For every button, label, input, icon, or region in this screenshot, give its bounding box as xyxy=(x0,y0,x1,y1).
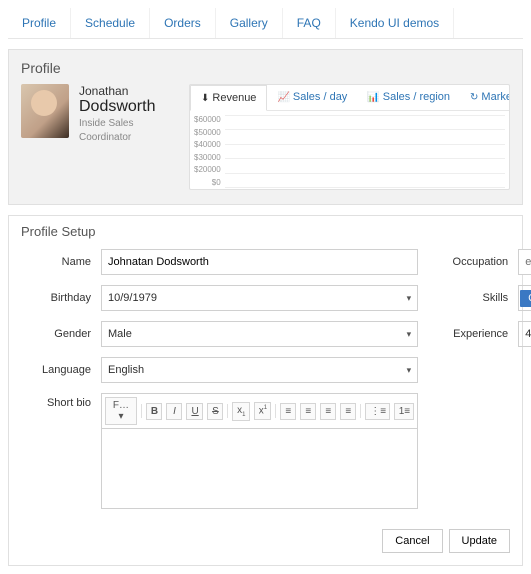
label-skills: Skills xyxy=(438,292,518,304)
avatar xyxy=(21,84,69,138)
chart-tab-sales-region[interactable]: 📊Sales / region xyxy=(357,85,460,110)
occupation-input[interactable] xyxy=(518,249,531,275)
editor-align-justify[interactable]: ≡ xyxy=(340,403,356,420)
nav-orders[interactable]: Orders xyxy=(150,8,216,38)
profile-setup: Profile Setup Name Birthday 10/9/1979 Ge… xyxy=(8,215,523,566)
role-line2: Coordinator xyxy=(79,132,155,144)
birthday-value: 10/9/1979 xyxy=(108,292,157,304)
language-select[interactable]: English xyxy=(101,357,418,383)
profile-heading: Profile xyxy=(21,60,510,76)
experience-input[interactable]: 4 years ▴ ▾ xyxy=(518,321,531,347)
profile-panel: Profile Jonathan Dodsworth Inside Sales … xyxy=(8,49,523,205)
label-gender: Gender xyxy=(21,328,101,340)
gender-value: Male xyxy=(108,328,132,340)
chart-tab-icon: 📊 xyxy=(367,92,379,103)
editor-underline[interactable]: U xyxy=(186,403,203,420)
editor-align-left[interactable]: ≡ xyxy=(280,403,296,420)
setup-heading: Profile Setup xyxy=(21,224,510,239)
label-birthday: Birthday xyxy=(21,292,101,304)
chart-tab-revenue[interactable]: ⬇Revenue xyxy=(190,85,267,111)
label-name: Name xyxy=(21,256,101,268)
label-shortbio: Short bio xyxy=(21,393,101,409)
nav-faq[interactable]: FAQ xyxy=(283,8,336,38)
nav-gallery[interactable]: Gallery xyxy=(216,8,283,38)
chart-card: ⬇Revenue📈Sales / day📊Sales / region↻Mark… xyxy=(189,84,510,190)
chart-tab-sales-day[interactable]: 📈Sales / day xyxy=(267,85,357,110)
update-button[interactable]: Update xyxy=(449,529,510,553)
cancel-button[interactable]: Cancel xyxy=(382,529,442,553)
chart-bars xyxy=(225,115,505,187)
chart-tab-icon: ↻ xyxy=(470,92,478,103)
chart-y-axis: $60000$50000$40000$30000$20000$0 xyxy=(194,115,225,187)
skills-input[interactable]: C# jQuery xyxy=(518,285,531,311)
editor-font-select[interactable]: F… ▾ xyxy=(105,397,137,425)
nav-kendo[interactable]: Kendo UI demos xyxy=(336,8,454,38)
chart-tab-icon: 📈 xyxy=(277,92,289,103)
editor-list-ol[interactable]: 1≡ xyxy=(394,403,414,420)
label-language: Language xyxy=(21,364,101,376)
editor-bold[interactable]: B xyxy=(146,403,163,420)
chart-tab-market-share[interactable]: ↻Market share xyxy=(460,85,510,110)
skill-chip[interactable]: C# xyxy=(520,290,531,307)
role-line1: Inside Sales xyxy=(79,118,155,130)
name-input[interactable] xyxy=(101,249,418,275)
editor-list-ul[interactable]: ⋮≡ xyxy=(365,403,390,420)
chart-tab-icon: ⬇ xyxy=(201,93,209,104)
gender-select[interactable]: Male xyxy=(101,321,418,347)
editor-sup[interactable]: x1 xyxy=(254,402,272,419)
editor-toolbar: F… ▾ B I U S x1 x1 ≡ ≡ ≡ ≡ xyxy=(101,393,418,429)
chart-tabs: ⬇Revenue📈Sales / day📊Sales / region↻Mark… xyxy=(190,85,509,111)
nav-profile[interactable]: Profile xyxy=(8,8,71,38)
editor-italic[interactable]: I xyxy=(166,403,182,420)
label-occupation: Occupation xyxy=(438,256,518,268)
experience-value: 4 years xyxy=(519,328,531,340)
shortbio-editor[interactable] xyxy=(101,429,418,509)
birthday-input[interactable]: 10/9/1979 xyxy=(101,285,418,311)
editor-align-right[interactable]: ≡ xyxy=(320,403,336,420)
editor-sub[interactable]: x1 xyxy=(232,402,250,421)
first-name: Jonathan xyxy=(79,84,155,98)
language-value: English xyxy=(108,364,144,376)
editor-strike[interactable]: S xyxy=(207,403,223,420)
main-nav: Profile Schedule Orders Gallery FAQ Kend… xyxy=(8,8,523,39)
nav-schedule[interactable]: Schedule xyxy=(71,8,150,38)
last-name: Dodsworth xyxy=(79,98,155,116)
editor-align-center[interactable]: ≡ xyxy=(300,403,316,420)
label-experience: Experience xyxy=(438,328,518,340)
